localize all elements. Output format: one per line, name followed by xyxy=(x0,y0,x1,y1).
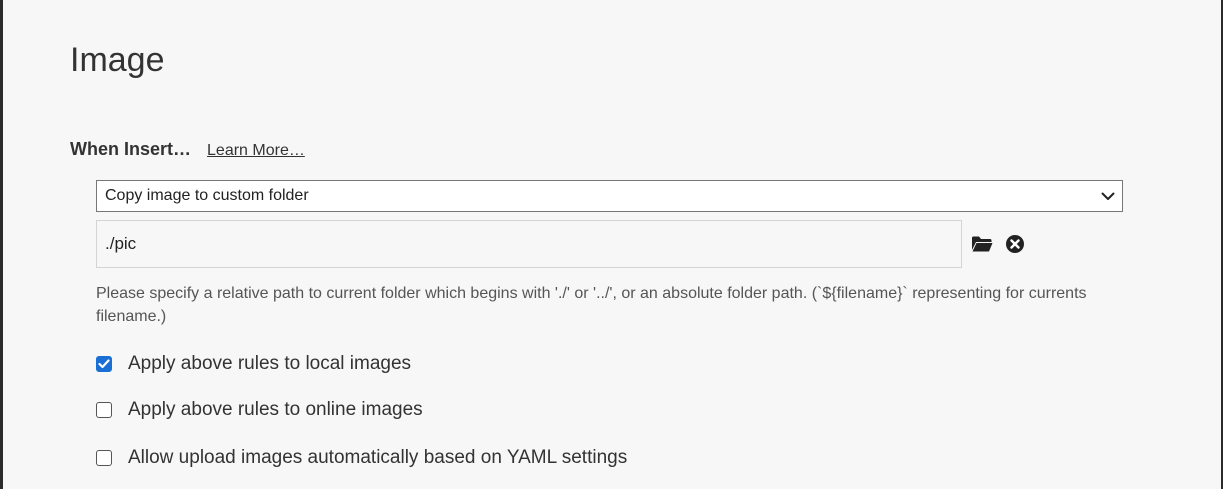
yaml-upload-checkbox[interactable] xyxy=(96,450,112,466)
settings-panel: Image When Insert… Learn More… Copy imag… xyxy=(0,0,1223,489)
local-images-checkbox[interactable] xyxy=(96,356,112,372)
window-edge-left xyxy=(0,0,3,489)
path-hint-text: Please specify a relative path to curren… xyxy=(96,285,1087,325)
page-title: Image xyxy=(70,41,165,79)
clear-circle-icon[interactable] xyxy=(1005,234,1025,254)
folder-path-input[interactable] xyxy=(96,220,962,268)
local-images-label: Apply above rules to local images xyxy=(128,353,412,374)
option-yaml-upload[interactable]: Allow upload images automatically based … xyxy=(96,446,627,470)
insert-action-selected-value: Copy image to custom folder xyxy=(105,187,309,204)
insert-action-select[interactable]: Copy image to custom folder xyxy=(96,180,1123,212)
option-local-images[interactable]: Apply above rules to local images xyxy=(96,352,411,376)
online-images-label: Apply above rules to online images xyxy=(128,399,423,420)
checkmark-icon xyxy=(98,359,110,369)
when-insert-label: When Insert… xyxy=(70,139,192,159)
chevron-down-icon xyxy=(1094,181,1122,211)
learn-more-link[interactable]: Learn More… xyxy=(207,142,305,160)
when-insert-header: When Insert… Learn More… xyxy=(70,139,305,161)
option-online-images[interactable]: Apply above rules to online images xyxy=(96,398,423,422)
online-images-checkbox[interactable] xyxy=(96,402,112,418)
yaml-upload-label: Allow upload images automatically based … xyxy=(128,447,628,468)
folder-icon[interactable] xyxy=(971,235,993,253)
